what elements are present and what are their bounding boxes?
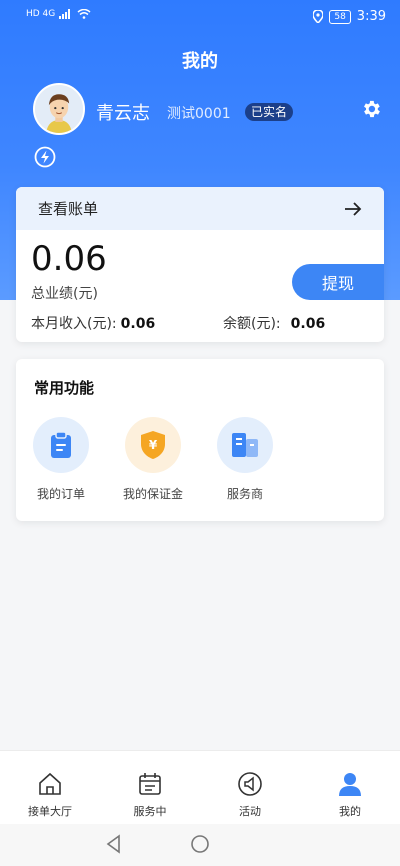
total-performance-value: 0.06 bbox=[31, 239, 107, 279]
withdraw-button[interactable]: 提现 bbox=[292, 264, 384, 300]
function-label: 我的保证金 bbox=[122, 487, 183, 501]
building-icon bbox=[217, 417, 273, 473]
avatar-illustration-icon bbox=[35, 85, 83, 133]
system-navigation-bar bbox=[0, 824, 400, 866]
wallet-card: 查看账单 0.06 总业绩(元) 提现 本月收入(元): 0.06 余额(元): 0… bbox=[16, 187, 384, 342]
tab-label: 我的 bbox=[339, 805, 361, 818]
signal-icon bbox=[59, 9, 71, 19]
month-income-value: 0.06 bbox=[120, 316, 156, 332]
clipboard-icon bbox=[33, 417, 89, 473]
bottom-tab-bar: 接单大厅 服务中 活动 我的 bbox=[0, 750, 400, 824]
tab-activity[interactable]: 活动 bbox=[200, 751, 300, 825]
home-icon bbox=[39, 772, 61, 795]
tab-label: 服务中 bbox=[133, 805, 167, 818]
gear-icon[interactable] bbox=[360, 98, 382, 120]
balance-label: 余额(元): bbox=[223, 316, 281, 332]
calendar-icon bbox=[139, 773, 161, 795]
status-bar: HD 4G 58 3:39 bbox=[0, 0, 400, 34]
function-my-deposit[interactable]: ¥ 我的保证金 bbox=[108, 417, 198, 502]
clock: 3:39 bbox=[356, 9, 386, 24]
tab-label: 接单大厅 bbox=[28, 805, 72, 818]
person-icon bbox=[339, 773, 361, 796]
month-income: 本月收入(元): 0.06 bbox=[31, 313, 155, 333]
wifi-icon bbox=[77, 9, 91, 19]
megaphone-icon bbox=[238, 772, 262, 796]
function-service-provider[interactable]: 服务商 bbox=[200, 417, 290, 502]
svg-text:¥: ¥ bbox=[149, 438, 158, 452]
tab-label: 活动 bbox=[239, 805, 261, 818]
month-income-label: 本月收入(元): bbox=[31, 316, 117, 332]
tab-in-service[interactable]: 服务中 bbox=[100, 751, 200, 825]
lightning-icon[interactable] bbox=[34, 146, 56, 168]
tab-order-hall[interactable]: 接单大厅 bbox=[0, 751, 100, 825]
user-id: 测试0001 bbox=[167, 106, 231, 122]
avatar[interactable] bbox=[33, 83, 85, 135]
location-icon bbox=[313, 10, 324, 23]
home-circle-icon[interactable] bbox=[190, 834, 210, 854]
page-title: 我的 bbox=[182, 51, 218, 72]
balance: 余额(元): 0.06 bbox=[223, 313, 325, 333]
total-performance-label: 总业绩(元) bbox=[31, 286, 98, 302]
balance-value: 0.06 bbox=[290, 316, 326, 332]
function-label: 我的订单 bbox=[36, 487, 85, 501]
function-label: 服务商 bbox=[226, 487, 263, 501]
tab-mine[interactable]: 我的 bbox=[300, 751, 400, 825]
common-functions-card: 常用功能 我的订单 ¥ 我的保证金 服务商 bbox=[16, 359, 384, 521]
view-bill-row[interactable]: 查看账单 bbox=[16, 187, 384, 230]
network-label: HD 4G bbox=[26, 9, 56, 19]
arrow-right-icon bbox=[345, 201, 362, 216]
verified-badge: 已实名 bbox=[245, 103, 294, 121]
back-icon[interactable] bbox=[104, 834, 124, 854]
section-title: 常用功能 bbox=[34, 379, 95, 397]
user-name: 青云志 bbox=[96, 103, 150, 124]
view-bill-label: 查看账单 bbox=[38, 200, 99, 218]
yen-shield-icon: ¥ bbox=[125, 417, 181, 473]
function-my-orders[interactable]: 我的订单 bbox=[16, 417, 106, 502]
battery-indicator: 58 bbox=[329, 9, 351, 24]
network-status: HD 4G bbox=[26, 9, 91, 19]
